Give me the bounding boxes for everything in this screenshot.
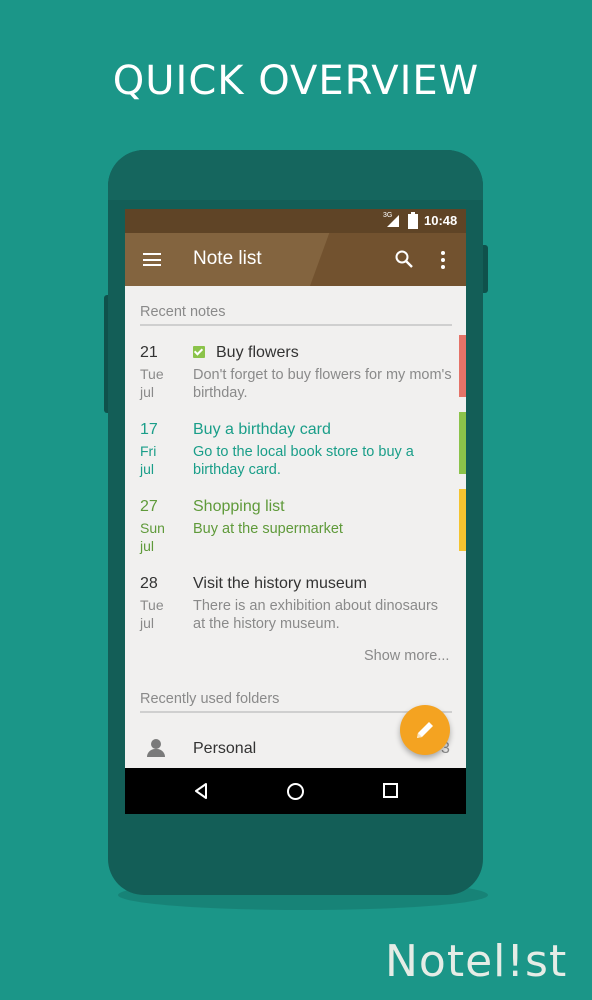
checkbox-checked-icon[interactable] xyxy=(193,346,205,358)
signal-icon xyxy=(387,215,399,227)
app-bar: Note list xyxy=(125,233,466,286)
status-time: 10:48 xyxy=(424,213,458,228)
show-more-link[interactable]: Show more... xyxy=(364,648,449,664)
recent-folders-header: Recently used folders xyxy=(140,691,452,713)
system-nav-bar xyxy=(125,768,466,814)
note-title: Shopping list xyxy=(193,498,285,515)
note-color-bar xyxy=(459,489,466,551)
note-title: Visit the history museum xyxy=(193,575,367,592)
note-day: 27 xyxy=(140,498,158,515)
note-color-bar xyxy=(459,335,466,397)
note-body: Go to the local book store to buy a birt… xyxy=(193,444,414,478)
search-icon[interactable] xyxy=(395,250,413,268)
note-item[interactable]: 17 Fri jul Buy a birthday card Go to the… xyxy=(125,412,466,491)
note-month: jul xyxy=(140,615,155,631)
person-icon xyxy=(147,739,165,757)
note-body: There is an exhibition about dinosaurs a… xyxy=(193,598,439,632)
more-vert-icon[interactable] xyxy=(441,251,445,269)
note-item[interactable]: 27 Sun jul Shopping list Buy at the supe… xyxy=(125,489,466,568)
note-body: Don't forget to buy flowers for my mom's… xyxy=(193,367,452,401)
note-title: Buy a birthday card xyxy=(193,421,331,438)
note-month: jul xyxy=(140,461,155,477)
note-weekday: Tue xyxy=(140,366,164,382)
note-day: 28 xyxy=(140,575,158,592)
note-body: Buy at the supermarket xyxy=(193,521,343,537)
home-icon[interactable] xyxy=(287,783,304,800)
recent-apps-icon[interactable] xyxy=(383,783,398,798)
note-color-bar xyxy=(459,412,466,474)
note-item[interactable]: 28 Tue jul Visit the history museum Ther… xyxy=(125,575,466,645)
note-weekday: Sun xyxy=(140,520,165,536)
phone-top xyxy=(108,150,483,200)
note-item[interactable]: 21 Tue jul Buy flowers Don't forget to b… xyxy=(125,335,466,414)
status-bar: 3G 10:48 xyxy=(125,209,466,233)
note-weekday: Fri xyxy=(140,443,157,459)
brand-logo: Notel!st xyxy=(385,936,568,987)
new-note-fab[interactable] xyxy=(400,705,450,755)
note-month: jul xyxy=(140,538,155,554)
promo-headline: QUICK OVERVIEW xyxy=(112,58,480,104)
app-bar-title: Note list xyxy=(193,248,262,269)
back-icon[interactable] xyxy=(193,783,209,799)
battery-icon xyxy=(408,212,418,229)
folder-name: Personal xyxy=(193,740,257,757)
hamburger-menu-icon[interactable] xyxy=(143,253,161,266)
note-day: 21 xyxy=(140,344,158,361)
note-day: 17 xyxy=(140,421,158,438)
pencil-icon xyxy=(417,722,433,738)
note-month: jul xyxy=(140,384,155,400)
note-title: Buy flowers xyxy=(216,344,299,361)
recent-notes-header: Recent notes xyxy=(140,304,452,326)
note-weekday: Tue xyxy=(140,597,164,613)
phone-screen: 3G 10:48 Note list Recent notes 21 Tue j… xyxy=(125,209,466,814)
